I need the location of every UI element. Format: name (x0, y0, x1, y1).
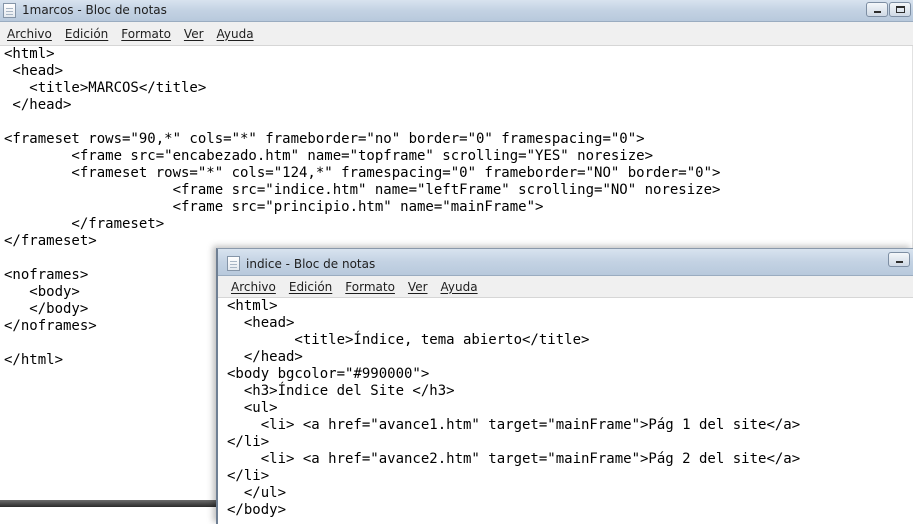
menu-archivo[interactable]: Archivo (231, 280, 276, 294)
menu-archivo[interactable]: Archivo (7, 27, 52, 41)
window-title: indice - Bloc de notas (246, 257, 376, 271)
title-bar[interactable]: indice - Bloc de notas (218, 249, 913, 276)
title-bar[interactable]: 1marcos - Bloc de notas (0, 0, 913, 22)
menu-formato[interactable]: Formato (121, 27, 171, 41)
menu-ver[interactable]: Ver (184, 27, 204, 41)
maximize-icon (896, 6, 905, 13)
menu-bar: Archivo Edición Formato Ver Ayuda (0, 22, 913, 46)
notepad-icon (227, 256, 240, 271)
minimize-button[interactable] (888, 252, 910, 267)
menu-ayuda[interactable]: Ayuda (217, 27, 254, 41)
menu-edicion[interactable]: Edición (65, 27, 108, 41)
notepad-window-indice[interactable]: indice - Bloc de notas Archivo Edición F… (216, 248, 913, 524)
notepad-icon (3, 3, 16, 18)
menu-ayuda[interactable]: Ayuda (441, 280, 478, 294)
background-window-strip (0, 500, 216, 507)
minimize-button[interactable] (866, 2, 888, 17)
menu-edicion[interactable]: Edición (289, 280, 332, 294)
minimize-icon (896, 261, 903, 263)
minimize-icon (874, 11, 881, 13)
menu-ver[interactable]: Ver (408, 280, 428, 294)
maximize-button[interactable] (889, 2, 911, 17)
text-editor-area[interactable]: <html> <head> <title>Índice, tema abiert… (218, 298, 913, 524)
menu-bar: Archivo Edición Formato Ver Ayuda (218, 276, 913, 298)
menu-formato[interactable]: Formato (345, 280, 395, 294)
window-title: 1marcos - Bloc de notas (22, 3, 167, 17)
